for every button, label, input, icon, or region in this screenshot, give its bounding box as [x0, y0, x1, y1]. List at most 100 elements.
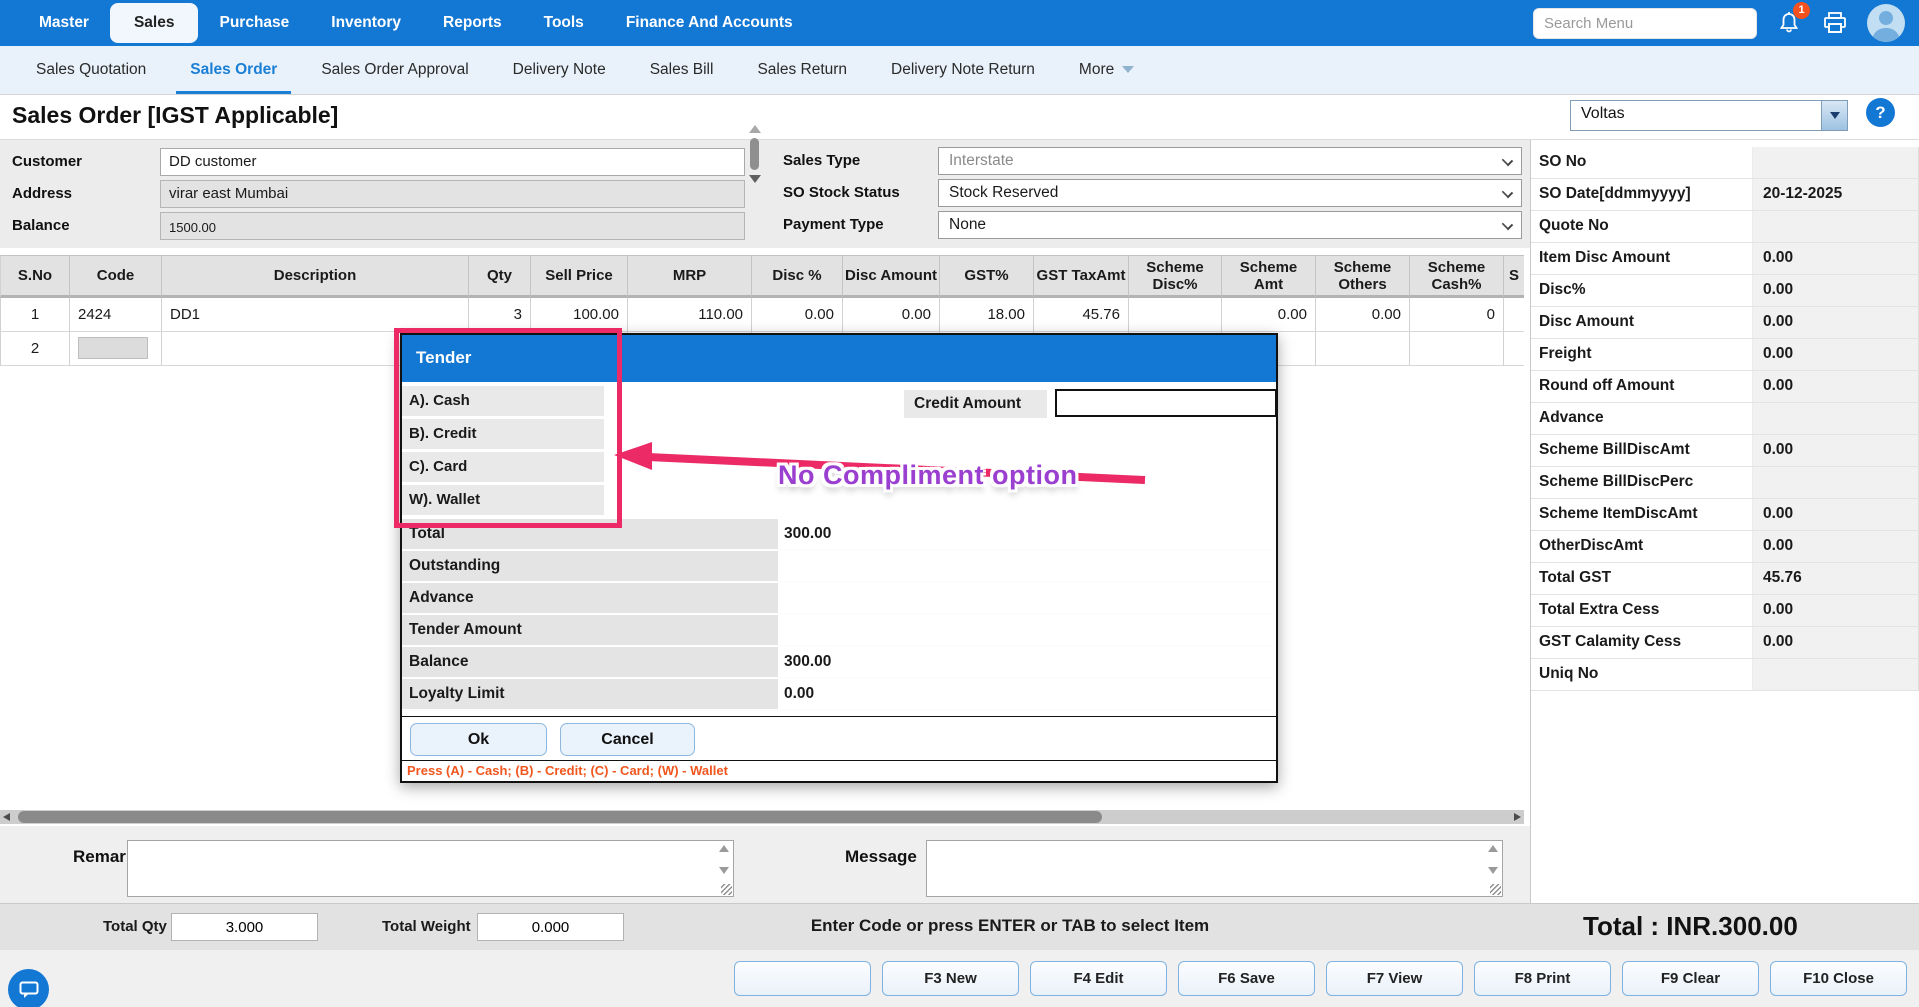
f7-view-button[interactable]: F7 View	[1326, 961, 1463, 996]
cell-qty[interactable]: 3	[469, 298, 531, 332]
total-qty-input[interactable]	[171, 913, 318, 941]
tab-sales-order[interactable]: Sales Order	[168, 46, 299, 94]
cell-scheme-cash[interactable]: 0	[1410, 298, 1504, 332]
menu-sales[interactable]: Sales	[110, 3, 199, 43]
otherdiscamt-value[interactable]: 0.00	[1753, 531, 1919, 562]
scroll-up-icon[interactable]	[719, 845, 729, 852]
col-sno[interactable]: S.No	[0, 255, 70, 298]
cell-sell-price[interactable]: 100.00	[531, 298, 628, 332]
company-select[interactable]: Voltas	[1570, 100, 1848, 131]
cell-code[interactable]: 2424	[70, 298, 162, 332]
scheme-billdiscperc-value[interactable]	[1753, 467, 1919, 498]
chat-icon[interactable]	[8, 969, 49, 1007]
tab-delivery-note-return[interactable]: Delivery Note Return	[869, 46, 1057, 94]
round-off-amount-value[interactable]: 0.00	[1753, 371, 1919, 402]
advance-value[interactable]	[1753, 403, 1919, 434]
resize-handle[interactable]	[721, 884, 732, 895]
sales-type-select[interactable]: Interstate	[938, 147, 1522, 175]
so-stock-status-select[interactable]: Stock Reserved	[938, 179, 1522, 207]
col-scheme-disc[interactable]: Scheme Disc%	[1129, 255, 1222, 298]
ok-button[interactable]: Ok	[410, 723, 547, 756]
total-weight-input[interactable]	[477, 913, 624, 941]
col-sell-price[interactable]: Sell Price	[531, 255, 628, 298]
scroll-up-icon[interactable]	[749, 125, 761, 133]
cell-gst-taxamt[interactable]: 45.76	[1034, 298, 1129, 332]
scroll-up-icon[interactable]	[1488, 845, 1498, 852]
col-disc-amount[interactable]: Disc Amount	[843, 255, 940, 298]
print-icon[interactable]	[1821, 8, 1849, 38]
quote-no-value[interactable]	[1753, 211, 1919, 242]
notifications-bell-icon[interactable]: 1	[1775, 8, 1803, 38]
cell-scheme-others[interactable]	[1316, 332, 1410, 366]
scroll-thumb[interactable]	[18, 811, 1102, 823]
search-input[interactable]	[1533, 8, 1757, 39]
table-row[interactable]: 1 2424 DD1 3 100.00 110.00 0.00 0.00 18.…	[0, 298, 1524, 332]
cell-description[interactable]: DD1	[162, 298, 469, 332]
scroll-right-icon[interactable]	[1514, 813, 1521, 821]
col-description[interactable]: Description	[162, 255, 469, 298]
uniq-no-value[interactable]	[1753, 659, 1919, 690]
menu-inventory[interactable]: Inventory	[310, 0, 422, 46]
message-textarea[interactable]	[927, 841, 1502, 896]
freight-value[interactable]: 0.00	[1753, 339, 1919, 370]
cell-scheme-amt[interactable]: 0.00	[1222, 298, 1316, 332]
tab-sales-order-approval[interactable]: Sales Order Approval	[299, 46, 490, 94]
cell-code[interactable]	[70, 332, 162, 366]
f9-clear-button[interactable]: F9 Clear	[1622, 961, 1759, 996]
customer-form-scrollbar[interactable]	[748, 125, 761, 209]
horizontal-scrollbar[interactable]	[0, 810, 1524, 824]
scroll-down-icon[interactable]	[719, 867, 729, 874]
remarks-textarea[interactable]	[128, 841, 733, 896]
tab-sales-bill[interactable]: Sales Bill	[628, 46, 736, 94]
tab-sales-return[interactable]: Sales Return	[735, 46, 869, 94]
f4-edit-button[interactable]: F4 Edit	[1030, 961, 1167, 996]
scroll-left-icon[interactable]	[3, 813, 10, 821]
item-disc-amount-value[interactable]: 0.00	[1753, 243, 1919, 274]
cell-gst-pct[interactable]: 18.00	[940, 298, 1034, 332]
col-scheme-cash[interactable]: Scheme Cash%	[1410, 255, 1504, 298]
resize-handle[interactable]	[1490, 884, 1501, 895]
col-qty[interactable]: Qty	[469, 255, 531, 298]
chevron-down-icon[interactable]	[1821, 101, 1847, 130]
disc-pct-value[interactable]: 0.00	[1753, 275, 1919, 306]
f6-save-button[interactable]: F6 Save	[1178, 961, 1315, 996]
col-mrp[interactable]: MRP	[628, 255, 752, 298]
menu-tools[interactable]: Tools	[523, 0, 605, 46]
disc-amount-value[interactable]: 0.00	[1753, 307, 1919, 338]
col-gst-taxamt[interactable]: GST TaxAmt	[1034, 255, 1129, 298]
col-scheme-others[interactable]: Scheme Others	[1316, 255, 1410, 298]
blank-button[interactable]	[734, 961, 871, 996]
f10-close-button[interactable]: F10 Close	[1770, 961, 1907, 996]
tab-sales-quotation[interactable]: Sales Quotation	[14, 46, 168, 94]
col-code[interactable]: Code	[70, 255, 162, 298]
col-disc-pct[interactable]: Disc %	[752, 255, 843, 298]
menu-finance-and-accounts[interactable]: Finance And Accounts	[605, 0, 814, 46]
payment-type-select[interactable]: None	[938, 211, 1522, 239]
col-scheme-amt[interactable]: Scheme Amt	[1222, 255, 1316, 298]
help-icon[interactable]: ?	[1866, 98, 1895, 127]
menu-master[interactable]: Master	[18, 0, 110, 46]
cancel-button[interactable]: Cancel	[560, 723, 695, 756]
tab-more[interactable]: More	[1057, 46, 1156, 94]
scroll-thumb[interactable]	[750, 138, 759, 170]
tab-delivery-note[interactable]: Delivery Note	[491, 46, 628, 94]
col-gst-pct[interactable]: GST%	[940, 255, 1034, 298]
so-date-value[interactable]: 20-12-2025	[1753, 179, 1919, 210]
cell-mrp[interactable]: 110.00	[628, 298, 752, 332]
cell-scheme-others[interactable]: 0.00	[1316, 298, 1410, 332]
code-entry-input[interactable]	[78, 337, 148, 359]
cell-disc-amount[interactable]: 0.00	[843, 298, 940, 332]
scroll-down-icon[interactable]	[1488, 867, 1498, 874]
address-field[interactable]: virar east Mumbai	[160, 180, 745, 208]
so-no-value[interactable]	[1753, 147, 1919, 178]
cell-scheme-disc[interactable]	[1129, 298, 1222, 332]
f3-new-button[interactable]: F3 New	[882, 961, 1019, 996]
scheme-itemdiscamt-value[interactable]: 0.00	[1753, 499, 1919, 530]
menu-reports[interactable]: Reports	[422, 0, 523, 46]
f8-print-button[interactable]: F8 Print	[1474, 961, 1611, 996]
avatar[interactable]	[1867, 4, 1905, 42]
menu-purchase[interactable]: Purchase	[198, 0, 310, 46]
credit-amount-input[interactable]	[1055, 389, 1277, 417]
cell-scheme-cash[interactable]	[1410, 332, 1504, 366]
scroll-down-icon[interactable]	[749, 175, 761, 183]
